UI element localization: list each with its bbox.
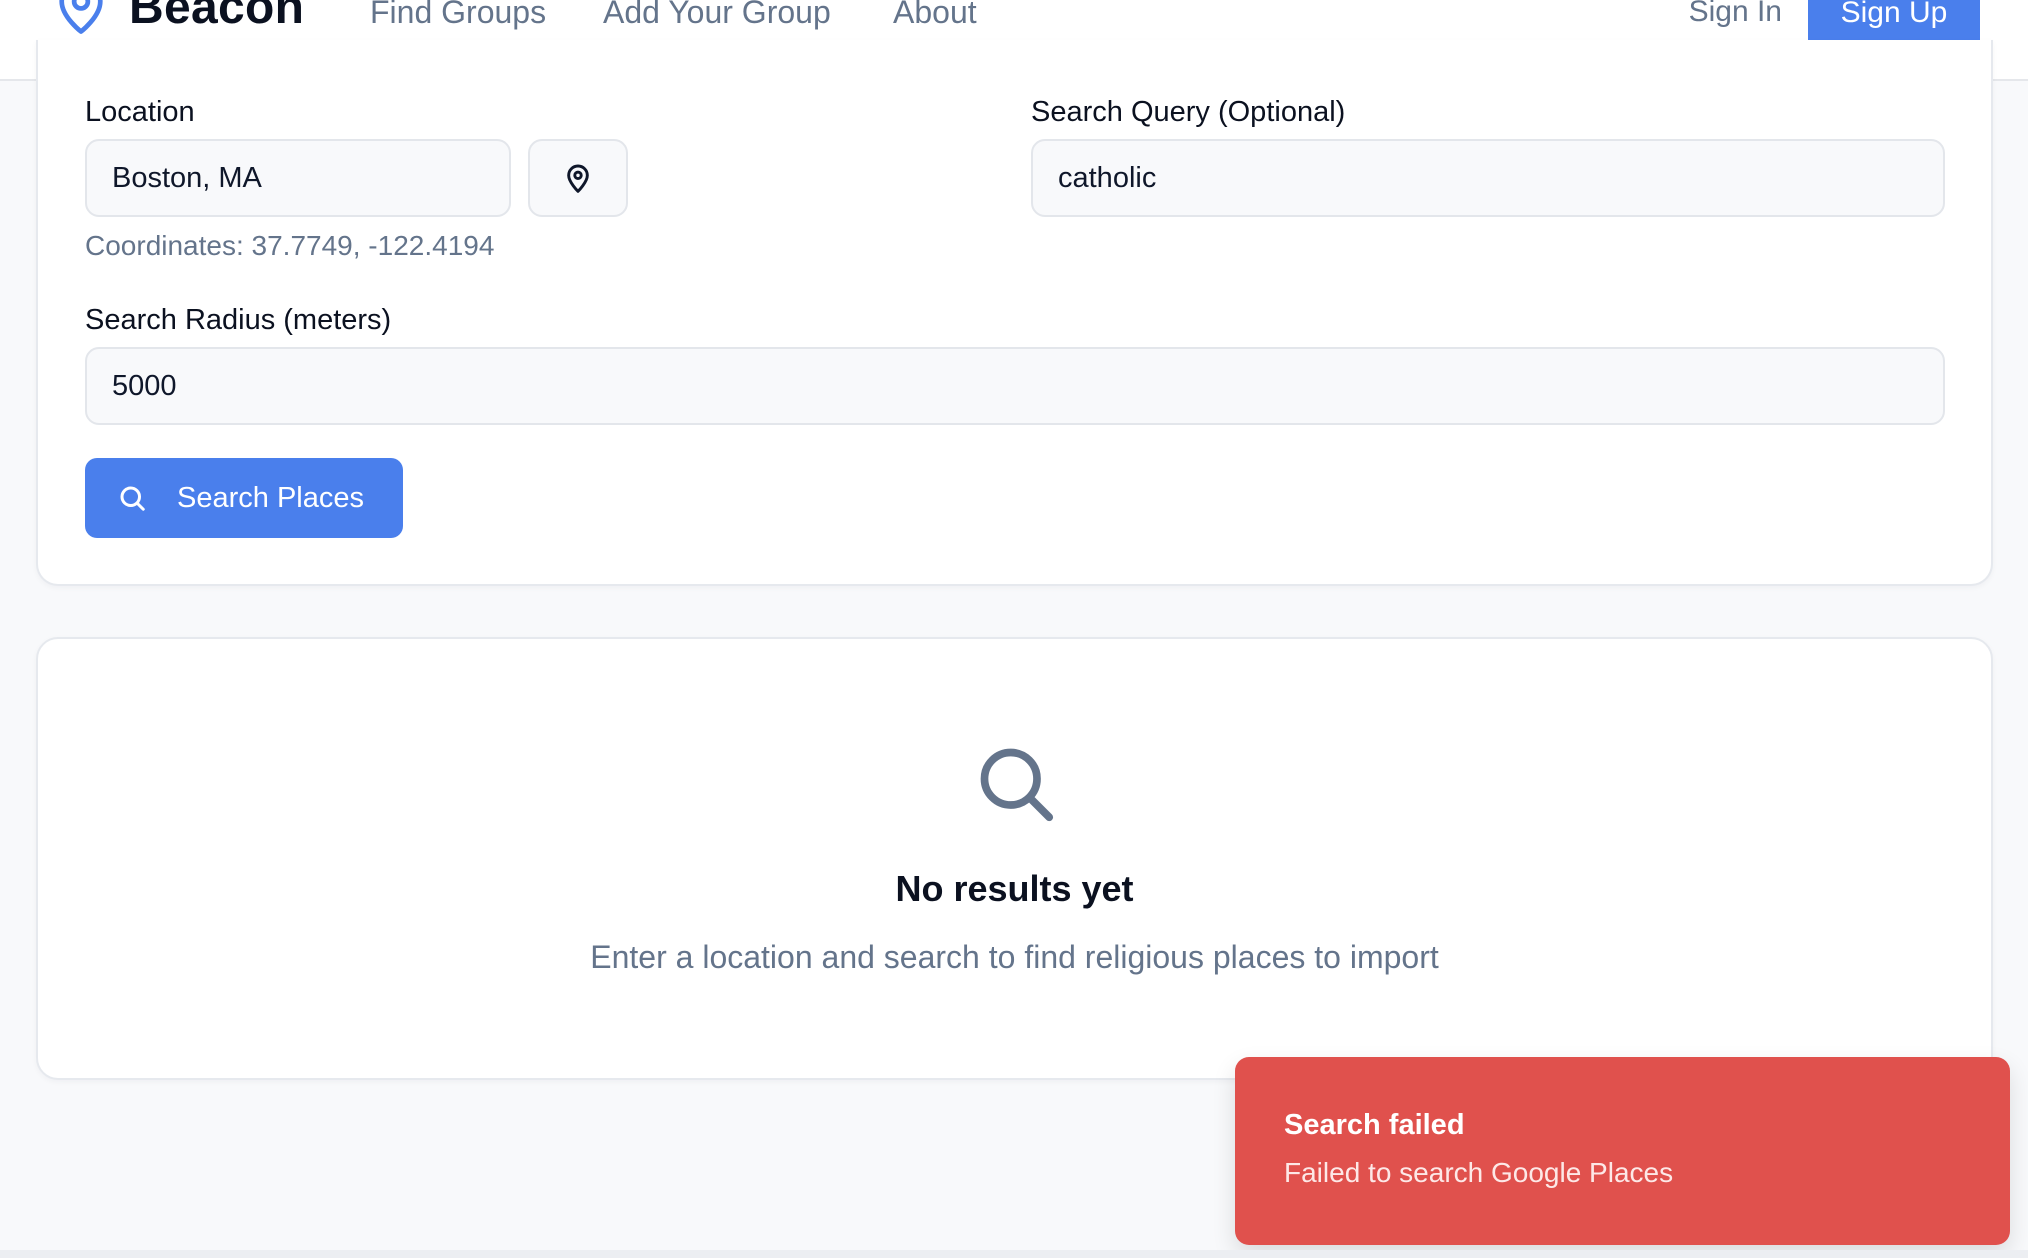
sign-in-link[interactable]: Sign In (1689, 0, 1782, 32)
map-pin-icon (59, 0, 103, 34)
use-my-location-button[interactable] (528, 139, 628, 217)
sign-up-label: Sign Up (1840, 0, 1948, 29)
coordinates-text: Coordinates: 37.7749, -122.4194 (85, 230, 495, 261)
error-toast[interactable]: Search failed Failed to search Google Pl… (1235, 1057, 2010, 1245)
toast-message: Failed to search Google Places (1284, 1157, 1674, 1188)
location-label: Location (85, 96, 195, 128)
search-form-card: Location Boston, MA Coordinates: 37.7749… (36, 40, 1993, 586)
search-radius-input[interactable]: 5000 (85, 347, 1945, 425)
search-places-button[interactable]: Search Places (85, 458, 403, 538)
map-pin-icon (567, 164, 589, 193)
bottom-divider (0, 1250, 2028, 1258)
search-radius-label: Search Radius (meters) (85, 304, 392, 336)
results-card: No results yet Enter a location and sear… (36, 637, 1993, 1080)
search-places-label: Search Places (177, 481, 364, 514)
nav-add-your-group[interactable]: Add Your Group (603, 0, 831, 32)
location-input[interactable]: Boston, MA (85, 139, 511, 217)
empty-state-title: No results yet (895, 868, 1134, 909)
brand[interactable]: Beacon (55, 0, 304, 38)
brand-name: Beacon (129, 0, 305, 34)
nav-about[interactable]: About (893, 0, 977, 32)
search-query-label: Search Query (Optional) (1031, 96, 1346, 128)
page: Beacon Find Groups Add Your Group About … (0, 0, 2028, 1258)
search-query-input[interactable]: catholic (1031, 139, 1945, 217)
toast-title: Search failed (1284, 1109, 1465, 1141)
search-icon (980, 748, 1054, 822)
nav-find-groups[interactable]: Find Groups (370, 0, 546, 32)
empty-state-description: Enter a location and search to find reli… (590, 939, 1439, 975)
search-icon (120, 486, 145, 511)
